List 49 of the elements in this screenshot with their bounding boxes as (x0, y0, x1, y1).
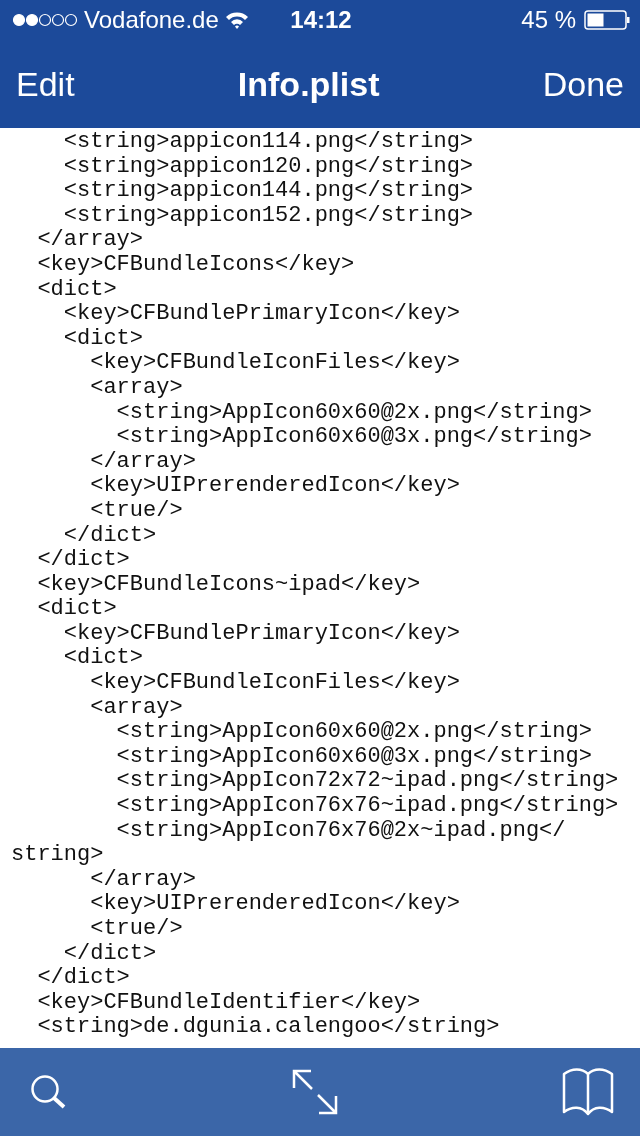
code-line: <true/> (89, 917, 183, 942)
edit-button[interactable]: Edit (16, 64, 75, 104)
code-line: <string>appicon152.png</string> (62, 203, 474, 229)
code-line: <dict> (62, 646, 144, 672)
clock-time: 14:12 (290, 6, 352, 34)
code-line: <string>AppIcon72x72~ipad.png</string> (115, 769, 619, 795)
code-line: </array> (89, 449, 196, 475)
code-line: <key>UIPrerenderedIcon</key> (89, 892, 460, 917)
code-line: </dict> (62, 941, 157, 967)
code-line: <key>CFBundlePrimaryIcon</key> (62, 621, 460, 647)
code-line: <string>de.dgunia.calengoo</string> (36, 1015, 500, 1040)
code-line: <string>AppIcon76x76~ipad.png</string> (115, 794, 619, 819)
code-line: string> (11, 843, 104, 868)
code-line: </array> (36, 228, 144, 253)
code-line: <key>CFBundlePrimaryIcon</key> (62, 302, 460, 327)
search-icon[interactable] (30, 1074, 68, 1110)
code-line: <string>AppIcon60x60@2x.png</string> (115, 720, 592, 745)
code-line: <dict> (36, 597, 117, 622)
code-line: <string>AppIcon60x60@3x.png</string> (115, 744, 592, 770)
code-line: <string>appicon144.png</string> (62, 179, 474, 204)
book-icon[interactable] (562, 1068, 614, 1116)
code-line: </dict> (62, 523, 157, 549)
code-line: <string>AppIcon76x76@2x~ipad.png</ (115, 818, 566, 844)
carrier-name: Vodafone.de (84, 6, 219, 34)
code-line: <key>CFBundleIcons</key> (36, 252, 355, 278)
signal-icon (12, 13, 78, 27)
code-line: </array> (89, 867, 196, 893)
code-line: <key>CFBundleIcons~ipad</key> (36, 572, 421, 598)
code-line: <dict> (36, 277, 117, 303)
code-line: <string>appicon114.png</string> (62, 130, 474, 155)
done-button[interactable]: Done (542, 64, 624, 104)
wifi-icon (224, 11, 249, 29)
code-line: </dict> (36, 548, 130, 573)
code-line: <string>AppIcon60x60@3x.png</string> (115, 425, 592, 450)
code-line: <array> (89, 695, 183, 721)
battery-icon (584, 10, 630, 30)
code-line: <key>UIPrerenderedIcon</key> (89, 474, 460, 499)
code-line: <string>appicon120.png</string> (62, 154, 474, 180)
code-line: <string>AppIcon60x60@2x.png</string> (115, 400, 592, 426)
code-line: <key>CFBundleIconFiles</key> (89, 671, 460, 696)
code-line: </dict> (36, 966, 130, 991)
expand-icon[interactable] (292, 1069, 338, 1115)
nav-title: Info.plist (237, 64, 380, 104)
code-line: <dict> (62, 326, 144, 352)
code-line: <true/> (89, 498, 183, 524)
code-line: <key>CFBundleIconFiles</key> (89, 351, 460, 376)
code-line: <array> (89, 375, 183, 401)
battery-percent: 45 % (521, 6, 576, 34)
code-line: <key>CFBundleIdentifier</key> (36, 990, 421, 1016)
